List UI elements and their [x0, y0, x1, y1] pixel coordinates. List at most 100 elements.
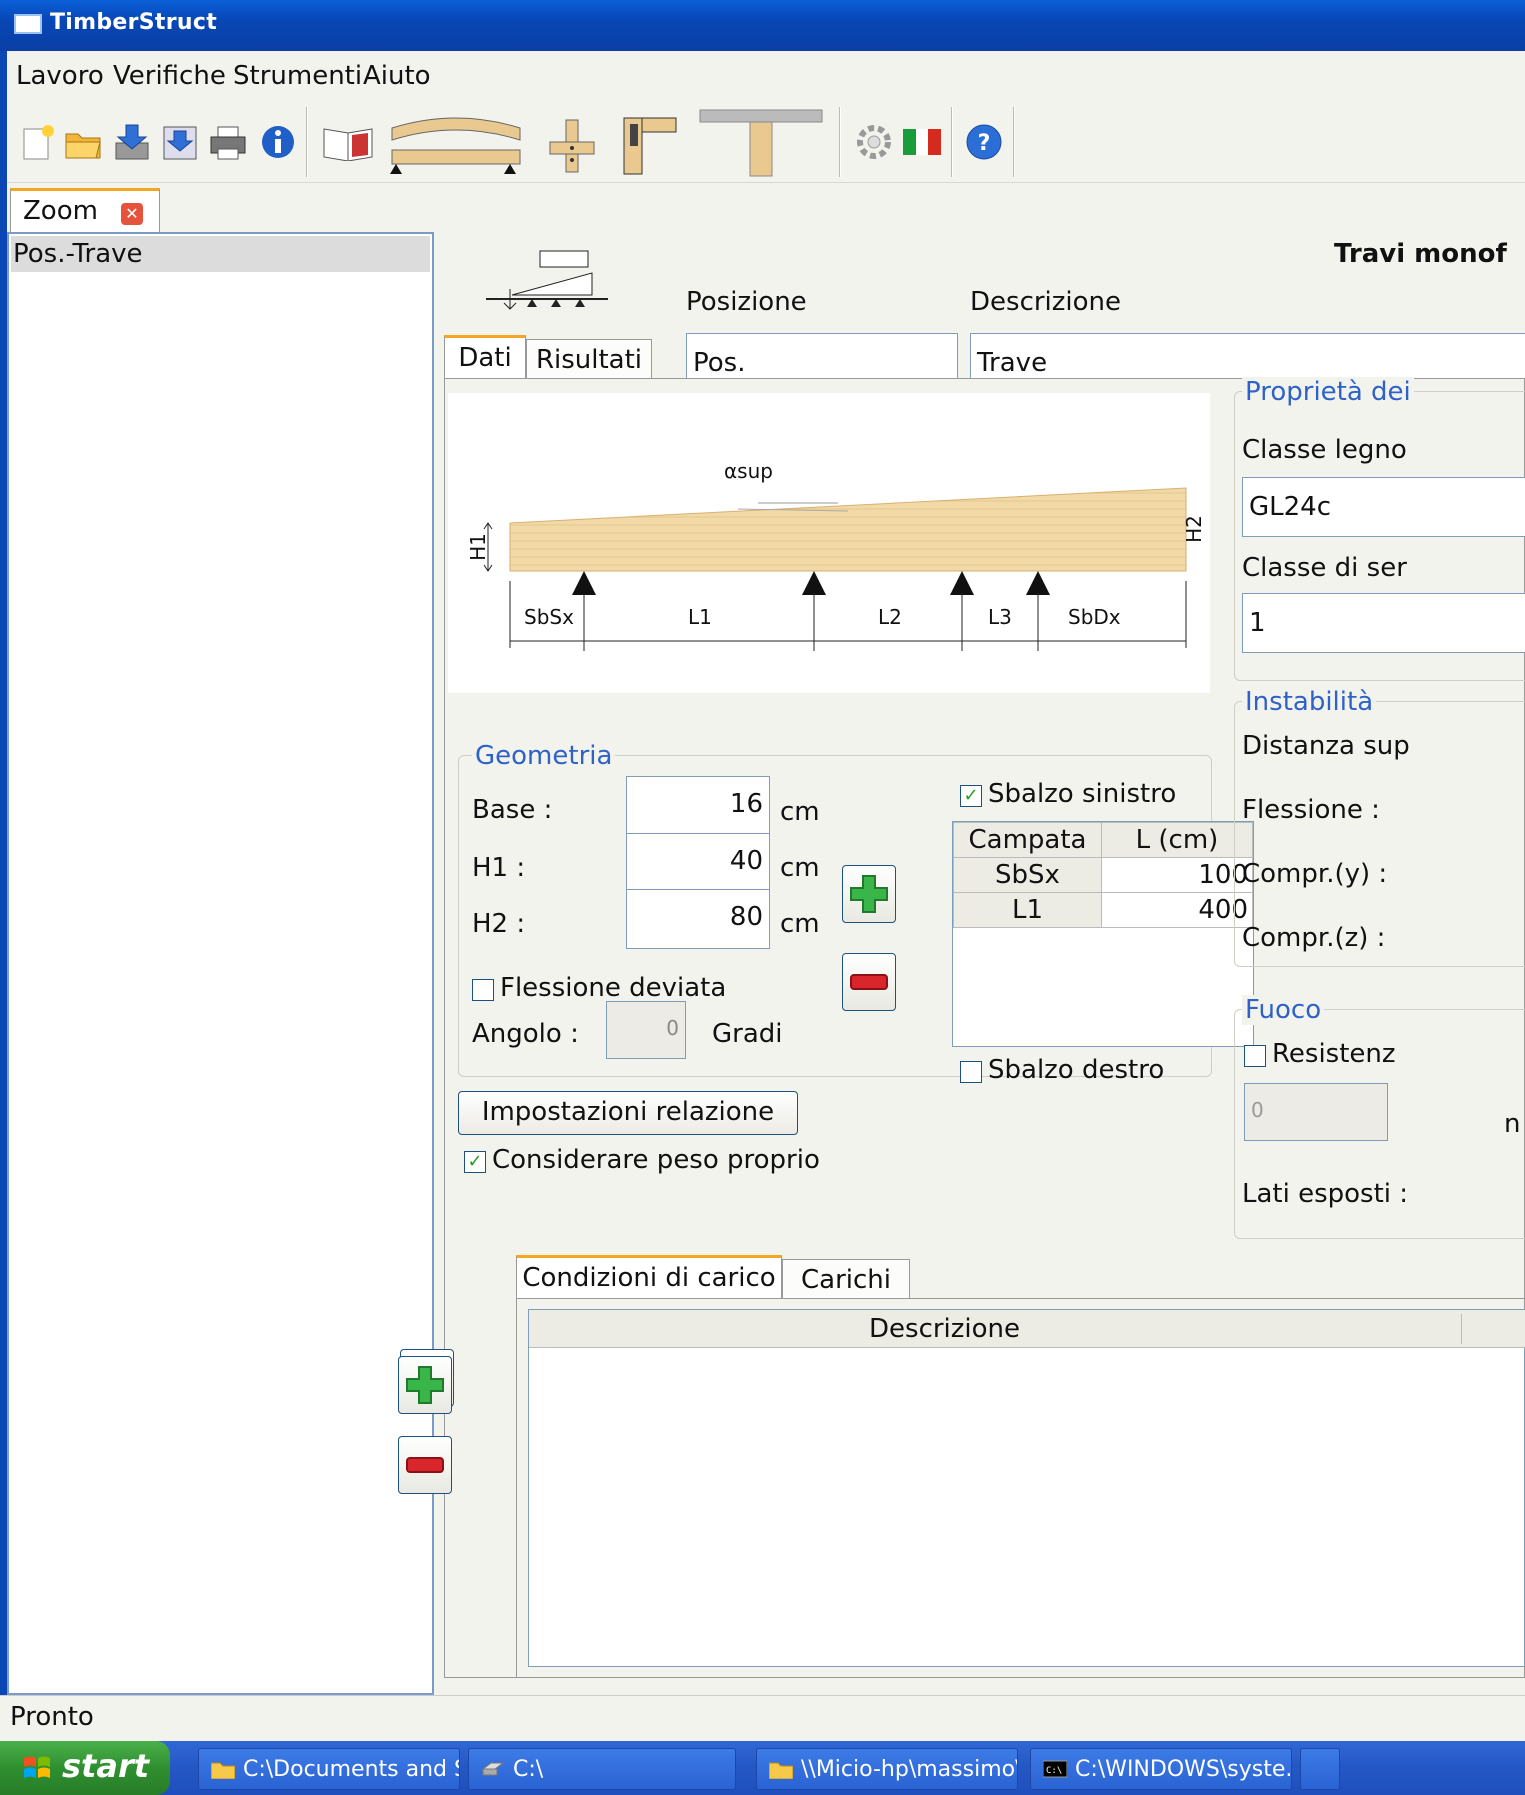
taskbar-item-documents[interactable]: C:\Documents and Se... — [198, 1748, 460, 1790]
taskbar-item-network-folder[interactable]: \\Micio-hp\massimo\T... — [756, 1748, 1018, 1790]
classe-servizio-select[interactable]: 1 — [1242, 593, 1525, 653]
tab-condizioni-carico[interactable]: Condizioni di carico — [516, 1255, 782, 1299]
settings-icon[interactable] — [853, 121, 895, 163]
impostazioni-relazione-button[interactable]: Impostazioni relazione — [458, 1091, 798, 1135]
tree-item[interactable]: Pos.-Trave — [11, 236, 430, 272]
info-icon[interactable] — [257, 121, 299, 163]
alpha-label: αsup — [724, 459, 773, 483]
status-bar: Pronto — [0, 1695, 1525, 1741]
page-title: Travi monof — [1334, 239, 1507, 269]
folder-icon — [769, 1762, 793, 1779]
remove-span-button[interactable] — [842, 953, 896, 1011]
add-load-condition-button[interactable] — [398, 1356, 452, 1414]
h2-input[interactable]: 80 — [626, 889, 770, 949]
print-icon[interactable] — [207, 121, 249, 163]
status-text: Pronto — [10, 1702, 94, 1732]
classe-legno-select[interactable]: GL24c — [1242, 477, 1525, 537]
table-cell-length[interactable]: 100 — [1101, 857, 1253, 893]
span-sbsx: SbSx — [524, 605, 574, 629]
table-header: Descrizione — [529, 1310, 1525, 1348]
h2-label: H2 — [1181, 515, 1206, 543]
add-span-button[interactable] — [842, 865, 896, 923]
menu-verifiche[interactable]: Verifiche — [113, 61, 226, 91]
close-icon[interactable]: ✕ — [121, 203, 143, 225]
tab-dati[interactable]: Dati — [444, 335, 526, 379]
main-panel: Travi monof Posizione Descrizione Pos. T… — [400, 183, 1525, 1695]
menu-bar: Lavoro Verifiche Strumenti Aiuto — [7, 51, 1525, 101]
tapered-beam-icon — [482, 249, 612, 313]
connection-icon[interactable] — [547, 117, 597, 175]
gradi-label: Gradi — [712, 1019, 783, 1049]
geometria-title: Geometria — [472, 741, 616, 771]
new-icon[interactable] — [19, 121, 55, 163]
base-unit: cm — [780, 797, 820, 827]
sbalzo-destro-label: Sbalzo destro — [988, 1055, 1165, 1085]
base-input[interactable]: 16 — [626, 776, 770, 836]
span-l3: L3 — [988, 605, 1012, 629]
language-flag-icon[interactable] — [901, 125, 943, 159]
sbalzo-destro-checkbox[interactable] — [960, 1061, 982, 1083]
lati-esposti-label: Lati esposti : — [1242, 1179, 1409, 1209]
span-l1: L1 — [688, 605, 712, 629]
start-button[interactable]: start — [0, 1741, 170, 1795]
taskbar-item-console[interactable]: C:\ C:\WINDOWS\syste... — [1030, 1748, 1292, 1790]
taskbar-item-drive[interactable]: C:\ — [468, 1748, 736, 1790]
taskbar-item-more[interactable] — [1300, 1748, 1340, 1790]
table-cell-campata: SbSx — [953, 857, 1102, 893]
angolo-label: Angolo : — [472, 1019, 579, 1049]
sbalzo-sinistro-label: Sbalzo sinistro — [988, 779, 1177, 809]
help-icon[interactable]: ? — [963, 121, 1005, 163]
save-as-icon[interactable] — [159, 121, 201, 163]
open-icon[interactable] — [63, 121, 105, 163]
window-border — [0, 51, 7, 1741]
remove-load-condition-button[interactable] — [398, 1436, 452, 1494]
distanza-label: Distanza sup — [1242, 731, 1410, 761]
tab-risultati[interactable]: Risultati — [526, 339, 652, 379]
table-row[interactable]: L1 400 — [953, 892, 1253, 928]
window-title: TimberStruct — [50, 10, 218, 35]
beam-icon[interactable] — [385, 109, 527, 177]
svg-text:C:\: C:\ — [1046, 1766, 1062, 1776]
load-conditions-table: Descrizione — [528, 1309, 1525, 1667]
proprieta-title: Proprietà dei — [1242, 377, 1414, 407]
tbeam-icon[interactable] — [697, 107, 825, 179]
folder-icon — [211, 1762, 235, 1779]
title-bar: TimberStruct — [0, 0, 1525, 51]
base-label: Base : — [472, 795, 553, 825]
h1-unit: cm — [780, 853, 820, 883]
table-cell-campata: L1 — [953, 892, 1102, 928]
angolo-input[interactable]: 0 — [606, 1001, 686, 1059]
minus-icon — [850, 974, 888, 990]
flessione-label: Flessione : — [1242, 795, 1380, 825]
resistenza-input[interactable]: 0 — [1244, 1083, 1388, 1141]
menu-strumenti[interactable]: Strumenti — [233, 61, 362, 91]
sbalzo-sinistro-checkbox[interactable]: ✓ — [960, 785, 982, 807]
flessione-deviata-checkbox[interactable] — [472, 979, 494, 1001]
fuoco-title: Fuoco — [1242, 995, 1325, 1025]
taskbar-item-label: \\Micio-hp\massimo\T... — [801, 1757, 1017, 1782]
classe-servizio-label: Classe di ser — [1242, 553, 1407, 583]
col-header-descrizione: Descrizione — [869, 1314, 1021, 1344]
windows-logo-icon — [24, 1756, 50, 1778]
resistenza-checkbox[interactable] — [1244, 1045, 1266, 1067]
tab-carichi[interactable]: Carichi — [782, 1259, 910, 1299]
span-table: Campata L (cm) SbSx 100 L1 400 — [952, 821, 1254, 1047]
save-icon[interactable] — [111, 121, 153, 163]
taskbar-item-label: C:\WINDOWS\syste... — [1075, 1757, 1292, 1782]
tab-zoom[interactable]: Zoom ✕ — [10, 188, 160, 232]
h1-field-label: H1 : — [472, 853, 526, 883]
table-row[interactable]: SbSx 100 — [953, 857, 1253, 893]
col-header-lcm: L (cm) — [1101, 822, 1253, 858]
peso-proprio-checkbox[interactable]: ✓ — [464, 1151, 486, 1173]
console-icon: C:\ — [1043, 1760, 1067, 1778]
table-cell-length[interactable]: 400 — [1101, 892, 1253, 928]
menu-aiuto[interactable]: Aiuto — [363, 61, 431, 91]
tab-zoom-label: Zoom — [23, 196, 98, 226]
h1-input[interactable]: 40 — [626, 833, 770, 893]
joint-icon[interactable] — [619, 115, 679, 177]
h2-field-label: H2 : — [472, 909, 526, 939]
manual-icon[interactable] — [319, 121, 377, 163]
instabilita-title: Instabilità — [1242, 687, 1377, 717]
taskbar: start C:\Documents and Se... C:\ \\Micio… — [0, 1741, 1525, 1795]
menu-lavoro[interactable]: Lavoro — [16, 61, 104, 91]
